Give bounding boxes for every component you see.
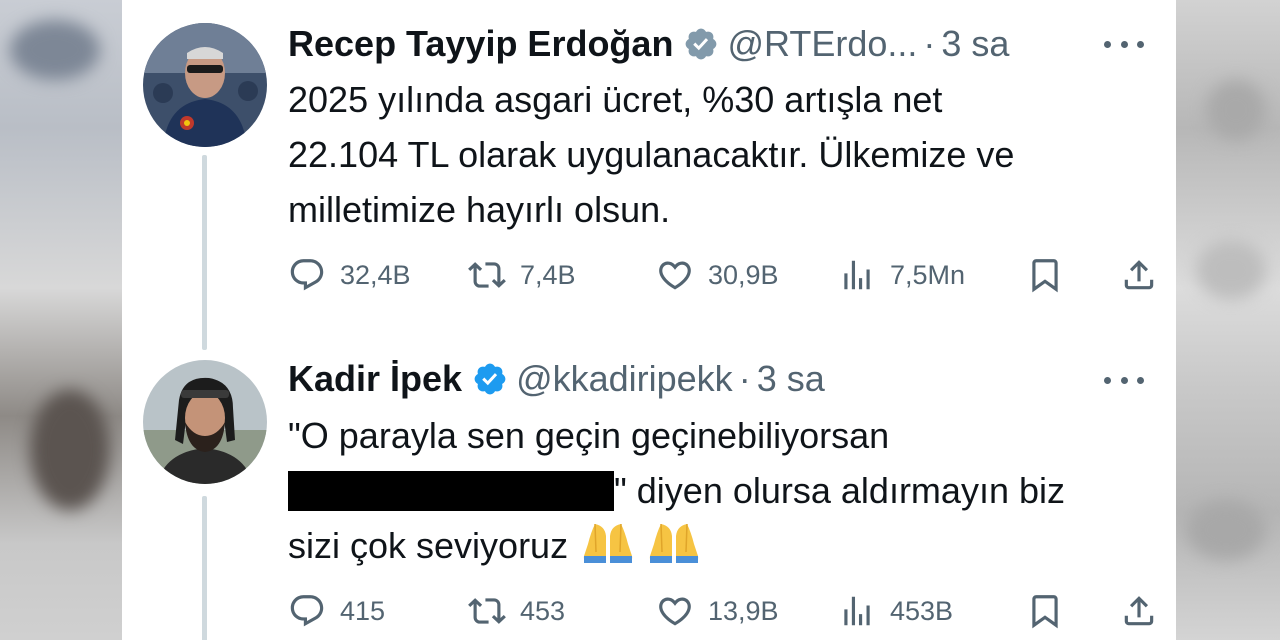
verified-badge-icon bbox=[474, 363, 506, 395]
like-count: 30,9B bbox=[708, 260, 779, 290]
reply-count: 415 bbox=[340, 596, 386, 626]
tweet-header: Recep Tayyip Erdoğan @RTErdo... · 3 sa bbox=[288, 22, 1009, 66]
repost-count: 453 bbox=[520, 596, 566, 626]
avatar[interactable] bbox=[143, 360, 267, 484]
timestamp[interactable]: 3 sa bbox=[757, 358, 825, 400]
reply-icon bbox=[290, 595, 324, 627]
display-name[interactable]: Kadir İpek bbox=[288, 358, 462, 400]
repost-count: 7,4B bbox=[520, 260, 576, 290]
tweet-text-line: " diyen olursa aldırmayın biz bbox=[288, 463, 1148, 518]
like-button[interactable]: 30,9B bbox=[656, 255, 779, 295]
tweet-header: Kadir İpek @kkadiripekk · 3 sa bbox=[288, 357, 825, 401]
tweet-text-line: sizi çok seviyoruz bbox=[288, 518, 1148, 573]
verified-badge-icon bbox=[686, 28, 717, 60]
tweet-text: 2025 yılında asgari ücret, %30 artışla n… bbox=[288, 72, 1148, 237]
tweet-text-fragment: " diyen olursa aldırmayın biz bbox=[614, 470, 1065, 511]
views-icon bbox=[844, 260, 870, 290]
blurred-background-left bbox=[0, 0, 122, 640]
redaction-bar bbox=[288, 471, 614, 511]
like-count: 13,9B bbox=[708, 596, 779, 626]
like-icon bbox=[659, 597, 691, 626]
like-button[interactable]: 13,9B bbox=[656, 591, 779, 631]
blurred-background-right bbox=[1176, 0, 1280, 640]
handle[interactable]: @kkadiripekk bbox=[516, 358, 733, 400]
tweet-text-line: "O parayla sen geçin geçinebiliyorsan bbox=[288, 415, 890, 456]
share-icon bbox=[1124, 596, 1154, 626]
view-count: 453B bbox=[890, 596, 954, 626]
separator-dot: · bbox=[738, 358, 751, 399]
tweet-text-fragment: sizi çok seviyoruz bbox=[288, 525, 569, 566]
action-bar: 32,4B 7,4B 30,9B 7,5Mn bbox=[288, 255, 1158, 295]
views-button[interactable]: 7,5Mn bbox=[838, 255, 965, 295]
repost-icon bbox=[468, 262, 506, 288]
bookmark-button[interactable] bbox=[1026, 591, 1078, 631]
reply-count: 32,4B bbox=[340, 260, 411, 290]
views-icon bbox=[844, 596, 870, 626]
thread-line bbox=[202, 155, 207, 350]
tweet-thread-card: Recep Tayyip Erdoğan @RTErdo... · 3 sa 2… bbox=[122, 0, 1176, 640]
thread-line bbox=[202, 496, 207, 640]
separator-dot: · bbox=[923, 23, 936, 64]
handle[interactable]: @RTErdo... bbox=[727, 23, 917, 65]
tweet-text: "O parayla sen geçin geçinebiliyorsan " … bbox=[288, 408, 1148, 573]
avatar[interactable] bbox=[143, 23, 267, 147]
repost-button[interactable]: 453 bbox=[468, 591, 565, 631]
share-button[interactable] bbox=[1120, 591, 1172, 631]
tweet-text-line: milletimize hayırlı olsun. bbox=[288, 189, 671, 230]
more-icon[interactable] bbox=[1104, 38, 1144, 50]
folded-hands-emoji bbox=[583, 523, 633, 563]
reply-icon bbox=[290, 259, 324, 291]
tweet-kadir-ipek[interactable]: Kadir İpek @kkadiripekk · 3 sa "O parayl… bbox=[122, 350, 1176, 640]
bookmark-icon bbox=[1032, 595, 1058, 629]
display-name[interactable]: Recep Tayyip Erdoğan bbox=[288, 23, 673, 65]
reply-button[interactable]: 32,4B bbox=[288, 255, 411, 295]
tweet-text-line: 22.104 TL olarak uygulanacaktır. Ülkemiz… bbox=[288, 134, 1015, 175]
action-bar: 415 453 13,9B 453B bbox=[288, 591, 1158, 631]
share-button[interactable] bbox=[1120, 255, 1172, 295]
repost-button[interactable]: 7,4B bbox=[468, 255, 576, 295]
tweet-text-line: 2025 yılında asgari ücret, %30 artışla n… bbox=[288, 79, 943, 120]
more-icon[interactable] bbox=[1104, 374, 1144, 386]
bookmark-button[interactable] bbox=[1026, 255, 1078, 295]
reply-button[interactable]: 415 bbox=[288, 591, 385, 631]
repost-icon bbox=[468, 598, 506, 624]
folded-hands-emoji bbox=[649, 523, 699, 563]
views-button[interactable]: 453B bbox=[838, 591, 953, 631]
share-icon bbox=[1124, 260, 1154, 290]
timestamp[interactable]: 3 sa bbox=[941, 23, 1009, 65]
view-count: 7,5Mn bbox=[890, 260, 966, 290]
tweet-erdogan[interactable]: Recep Tayyip Erdoğan @RTErdo... · 3 sa 2… bbox=[122, 0, 1176, 350]
like-icon bbox=[659, 261, 691, 290]
bookmark-icon bbox=[1032, 259, 1058, 293]
